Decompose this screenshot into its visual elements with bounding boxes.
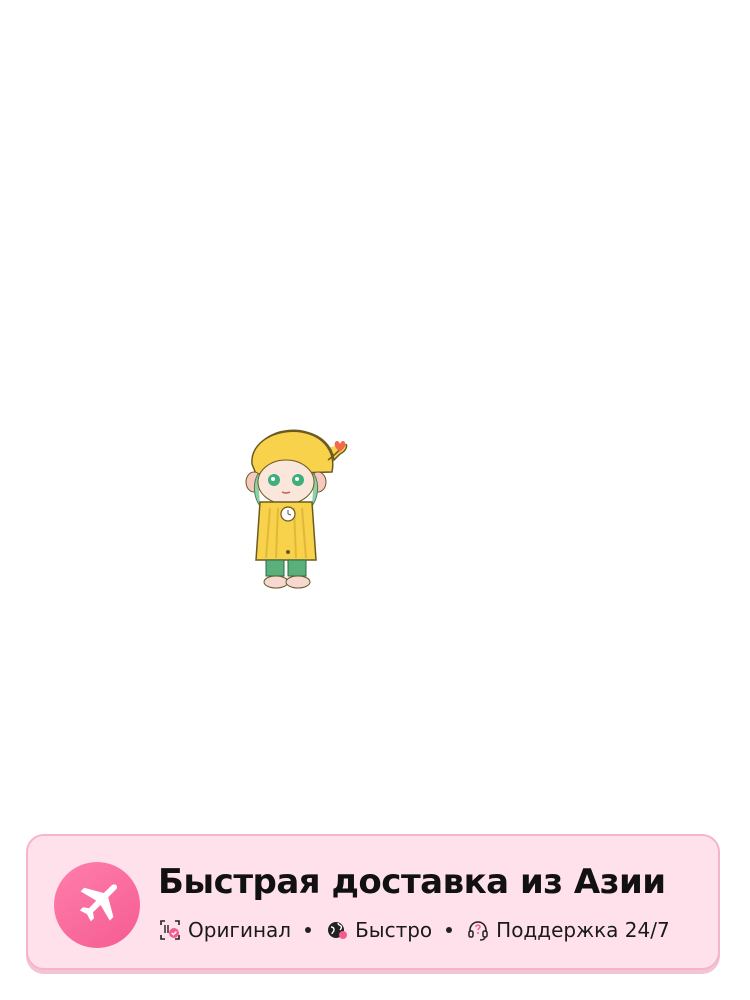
authentic-scan-icon bbox=[158, 918, 182, 942]
product-page: Быстрая доставка из Азии Оригинал Быстро… bbox=[0, 0, 750, 1000]
delivery-promo-banner[interactable]: Быстрая доставка из Азии Оригинал Быстро… bbox=[26, 834, 720, 970]
feature-list: Оригинал Быстро Поддержка 24/7 bbox=[158, 918, 670, 942]
headset-icon bbox=[466, 918, 490, 942]
feature-support-label: Поддержка 24/7 bbox=[496, 918, 670, 942]
feature-fast-label: Быстро bbox=[355, 918, 433, 942]
product-image bbox=[236, 424, 356, 594]
feature-original-label: Оригинал bbox=[188, 918, 292, 942]
plane-badge bbox=[54, 862, 140, 948]
airplane-icon bbox=[79, 884, 118, 922]
globe-icon bbox=[325, 918, 349, 942]
feature-fast: Быстро bbox=[325, 918, 432, 942]
girl-figure-illustration bbox=[245, 429, 348, 589]
feature-original: Оригинал bbox=[158, 918, 291, 942]
banner-title: Быстрая доставка из Азии bbox=[158, 862, 666, 902]
separator-dot bbox=[446, 927, 453, 933]
separator-dot bbox=[305, 927, 312, 933]
feature-support: Поддержка 24/7 bbox=[466, 918, 670, 942]
